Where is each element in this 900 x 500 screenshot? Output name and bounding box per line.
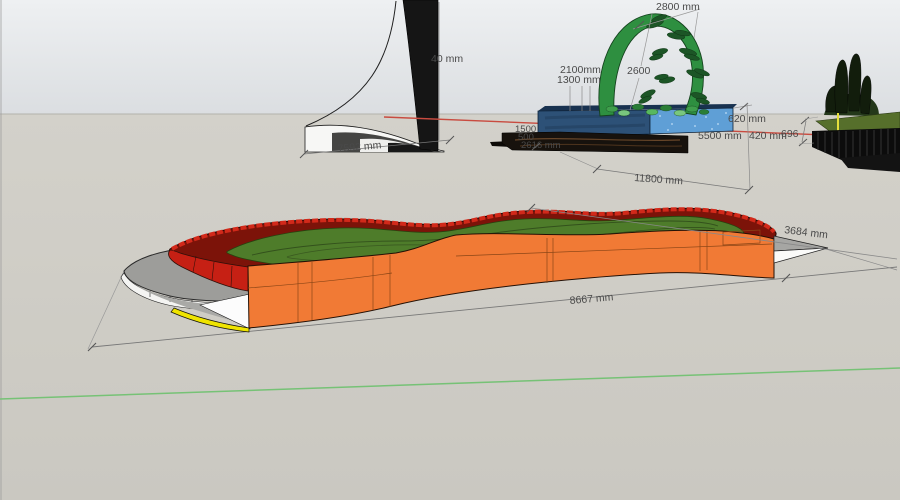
dim-label-arch-span[interactable]: 2600	[627, 65, 651, 77]
dim-label-box-length[interactable]: 5500 mm	[698, 130, 742, 142]
dim-label-base-c[interactable]: 2616 mm	[521, 140, 561, 151]
dim-label-tower-height[interactable]: 40 mm	[431, 53, 463, 65]
dim-label-arch-overall[interactable]: 2800 mm	[656, 1, 700, 13]
dim-label-arch-h2[interactable]: 1300 mm	[557, 74, 601, 86]
scene-canvas[interactable]: 40 mm 7592 mm	[0, 0, 900, 500]
ground-plane	[0, 114, 900, 500]
dim-label-dark-planter[interactable]: 696	[781, 128, 799, 140]
model-viewport[interactable]: 40 mm 7592 mm	[0, 0, 900, 500]
